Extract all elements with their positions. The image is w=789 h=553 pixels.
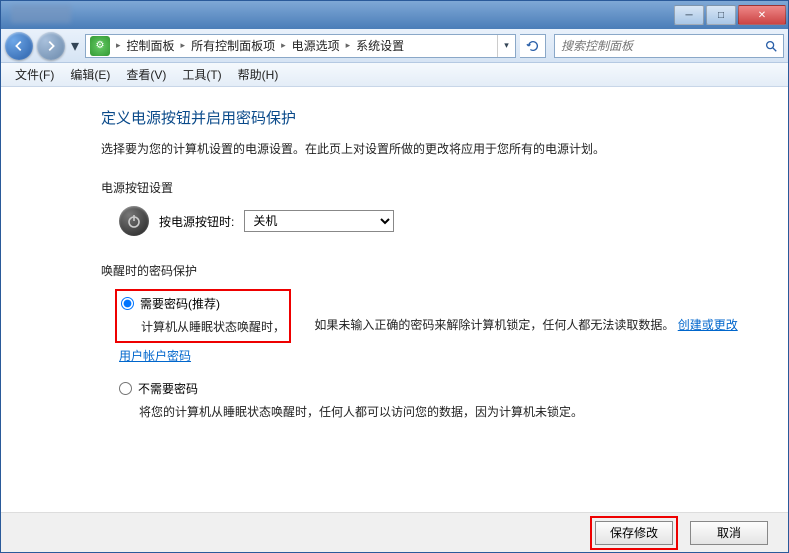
password-section-label: 唤醒时的密码保护 bbox=[101, 262, 748, 279]
title-blur bbox=[11, 5, 71, 23]
no-password-radio[interactable] bbox=[119, 382, 132, 395]
maximize-button[interactable]: □ bbox=[706, 5, 736, 25]
power-button-section-label: 电源按钮设置 bbox=[101, 179, 748, 196]
breadcrumb-item[interactable]: 所有控制面板项 bbox=[187, 37, 279, 54]
back-button[interactable] bbox=[5, 32, 33, 60]
power-button-label: 按电源按钮时: bbox=[159, 213, 234, 230]
search-icon[interactable] bbox=[759, 39, 783, 53]
close-button[interactable]: ✕ bbox=[738, 5, 786, 25]
chevron-right-icon: ▸ bbox=[179, 40, 188, 51]
power-icon bbox=[119, 206, 149, 236]
chevron-right-icon: ▸ bbox=[279, 40, 288, 51]
highlight-box: 需要密码(推荐) 计算机从睡眠状态唤醒时， bbox=[115, 289, 291, 343]
menu-tools[interactable]: 工具(T) bbox=[174, 64, 229, 85]
power-button-row: 按电源按钮时: 关机 bbox=[119, 206, 748, 236]
require-password-desc-a: 计算机从睡眠状态唤醒时， bbox=[141, 320, 285, 334]
page-subtitle: 选择要为您的计算机设置的电源设置。在此页上对设置所做的更改将应用于您所有的电源计… bbox=[101, 140, 748, 157]
no-password-label: 不需要密码 bbox=[138, 380, 198, 397]
save-button[interactable]: 保存修改 bbox=[595, 521, 673, 545]
menubar: 文件(F) 编辑(E) 查看(V) 工具(T) 帮助(H) bbox=[1, 63, 788, 87]
cancel-button[interactable]: 取消 bbox=[690, 521, 768, 545]
forward-button[interactable] bbox=[37, 32, 65, 60]
breadcrumb-item[interactable]: 控制面板 bbox=[123, 37, 179, 54]
search-input[interactable] bbox=[555, 39, 759, 53]
arrow-left-icon bbox=[12, 39, 26, 53]
footer: 保存修改 取消 bbox=[1, 512, 788, 552]
content-area: 定义电源按钮并启用密码保护 选择要为您的计算机设置的电源设置。在此页上对设置所做… bbox=[1, 87, 788, 512]
no-password-desc: 将您的计算机从睡眠状态唤醒时，任何人都可以访问您的数据，因为计算机未锁定。 bbox=[139, 403, 748, 422]
menu-view[interactable]: 查看(V) bbox=[118, 64, 174, 85]
refresh-icon bbox=[526, 39, 540, 53]
chevron-right-icon: ▸ bbox=[114, 40, 123, 51]
titlebar: ─ □ ✕ bbox=[1, 1, 788, 29]
control-panel-icon: ⚙ bbox=[90, 36, 110, 56]
minimize-button[interactable]: ─ bbox=[674, 5, 704, 25]
no-password-option: 不需要密码 将您的计算机从睡眠状态唤醒时，任何人都可以访问您的数据，因为计算机未… bbox=[119, 380, 748, 422]
navbar: ▾ ⚙ ▸ 控制面板 ▸ 所有控制面板项 ▸ 电源选项 ▸ 系统设置 ▾ bbox=[1, 29, 788, 63]
arrow-right-icon bbox=[44, 39, 58, 53]
breadcrumb-item[interactable]: 电源选项 bbox=[288, 37, 344, 54]
menu-file[interactable]: 文件(F) bbox=[7, 64, 62, 85]
require-password-radio[interactable] bbox=[121, 297, 134, 310]
page-title: 定义电源按钮并启用密码保护 bbox=[101, 107, 748, 128]
address-bar[interactable]: ⚙ ▸ 控制面板 ▸ 所有控制面板项 ▸ 电源选项 ▸ 系统设置 ▾ bbox=[85, 34, 516, 58]
control-panel-window: ─ □ ✕ ▾ ⚙ ▸ 控制面板 ▸ 所有控制面板项 ▸ 电源选项 ▸ 系统设置… bbox=[0, 0, 789, 553]
breadcrumb-item[interactable]: 系统设置 bbox=[352, 37, 408, 54]
require-password-option: 需要密码(推荐) 计算机从睡眠状态唤醒时， 如果未输入正确的密码来解除计算机锁定… bbox=[119, 289, 748, 364]
refresh-button[interactable] bbox=[520, 34, 546, 58]
address-dropdown[interactable]: ▾ bbox=[497, 35, 515, 57]
menu-edit[interactable]: 编辑(E) bbox=[62, 64, 118, 85]
highlight-box: 保存修改 bbox=[590, 516, 678, 550]
chevron-right-icon: ▸ bbox=[344, 40, 353, 51]
require-password-desc-b: 如果未输入正确的密码来解除计算机锁定，任何人都无法读取数据。 bbox=[314, 318, 674, 332]
require-password-label: 需要密码(推荐) bbox=[140, 295, 220, 312]
power-button-select[interactable]: 关机 bbox=[244, 210, 394, 232]
menu-help[interactable]: 帮助(H) bbox=[230, 64, 287, 85]
nav-history-dropdown[interactable]: ▾ bbox=[69, 32, 81, 60]
search-box[interactable] bbox=[554, 34, 784, 58]
